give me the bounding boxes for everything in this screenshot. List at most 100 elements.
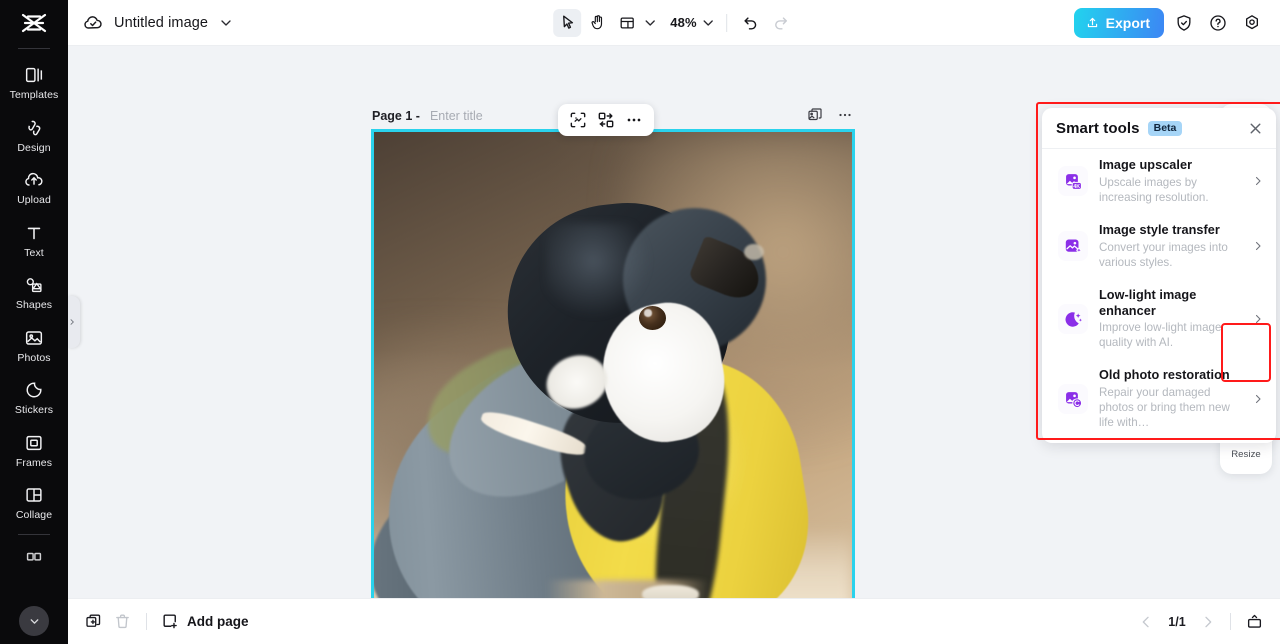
add-page-label: Add page [187, 614, 249, 629]
bottom-toolbar: Add page 1/1 [68, 598, 1280, 644]
sidebar-item-stickers[interactable]: Stickers [0, 370, 68, 423]
hand-tool-button[interactable] [583, 9, 611, 37]
close-x-icon[interactable] [1247, 120, 1264, 137]
sidebar-label-collage: Collage [15, 509, 53, 521]
sidebar-label-shapes: Shapes [15, 299, 53, 311]
document-info: Untitled image [68, 12, 234, 34]
templates-icon [25, 67, 43, 83]
smart-tool-name: Old photo restoration [1099, 368, 1230, 383]
smart-tool-name: Image upscaler [1099, 158, 1193, 172]
sidebar-expand-handle[interactable] [68, 296, 80, 348]
chevron-down-icon[interactable] [642, 15, 658, 31]
chevron-left-icon[interactable] [1138, 614, 1154, 630]
page-title-input[interactable] [425, 107, 518, 125]
topbar-right-group: Export [1073, 7, 1280, 38]
image-float-toolbar [558, 104, 654, 136]
canvas-area[interactable]: Page 1 - Enter title Smart tools Beta 4K… [68, 46, 1280, 598]
bird-eye [639, 306, 667, 330]
shield-check-button[interactable] [1170, 9, 1198, 37]
page-label: Page 1 - [372, 109, 420, 123]
help-button[interactable] [1204, 9, 1232, 37]
smart-tool-item-low-light-enhancer[interactable]: Low-light image enhancer Improve low-lig… [1042, 279, 1276, 360]
canvas-image-frame[interactable] [371, 129, 855, 598]
layout-tool-combo[interactable] [613, 9, 658, 37]
duplicate-image-icon[interactable] [806, 106, 824, 124]
chevron-right-icon [70, 319, 74, 325]
bird-photo [374, 132, 852, 598]
bird-foot [641, 585, 700, 598]
sidebar-divider-bottom [18, 533, 50, 535]
sidebar-label-stickers: Stickers [14, 404, 54, 416]
sidebar-item-frames[interactable]: Frames [0, 423, 68, 476]
bottom-divider [146, 613, 147, 630]
sidebar-label-photos: Photos [17, 351, 51, 364]
export-button-label: Export [1105, 14, 1150, 31]
sidebar-item-upload[interactable]: Upload [0, 160, 68, 213]
sidebar-item-collage[interactable]: Collage [0, 475, 68, 528]
layout-tool-button[interactable] [613, 9, 641, 37]
smart-tool-desc: Convert your images into various styles. [1099, 240, 1228, 269]
sidebar-item-text[interactable]: Text [0, 213, 68, 266]
beta-badge: Beta [1147, 120, 1183, 137]
smart-tool-item-old-photo-restoration[interactable]: Old photo restoration Repair your damage… [1042, 359, 1276, 439]
sidebar-collapse-button[interactable] [19, 606, 49, 636]
layout-panels-icon [620, 16, 634, 29]
chevron-down-icon [30, 618, 38, 624]
toolbar-divider [725, 13, 727, 32]
text-icon [27, 227, 41, 239]
redo-button[interactable] [767, 9, 795, 37]
moon-stars-glyph [1065, 311, 1082, 327]
smart-tool-desc: Upscale images by increasing resolution. [1099, 175, 1209, 204]
app-logo[interactable] [0, 0, 68, 46]
trash-delete-icon[interactable] [113, 612, 132, 631]
bottom-left-actions: Add page [68, 612, 249, 631]
more-options-icon[interactable] [624, 110, 644, 130]
replace-image-icon[interactable] [596, 110, 616, 130]
rail-label-resize: Resize [1231, 448, 1261, 460]
image-4k-glyph: 4K [1065, 174, 1082, 190]
add-page-button[interactable]: Add page [161, 612, 249, 631]
sidebar-item-shapes[interactable]: Shapes [0, 265, 68, 318]
smart-tool-text: Old photo restoration Repair your damage… [1099, 368, 1241, 430]
sidebar-item-templates[interactable]: Templates [0, 55, 68, 108]
chevron-down-icon[interactable] [700, 15, 716, 31]
upload-cloud-icon [25, 172, 43, 186]
moon-stars-icon [1058, 304, 1088, 335]
smart-tools-panel: Smart tools Beta 4K Image upscaler Upsca… [1042, 108, 1276, 444]
chevron-right-icon[interactable] [1200, 614, 1216, 630]
present-panel-icon[interactable] [1245, 612, 1264, 631]
capcut-logo-icon [21, 13, 47, 33]
chevron-down-icon[interactable] [218, 15, 234, 31]
more-options-icon[interactable] [836, 106, 854, 124]
smart-tools-title: Smart tools [1056, 120, 1140, 137]
zoom-combo[interactable]: 48% [668, 15, 716, 31]
settings-button[interactable] [1238, 9, 1266, 37]
undo-button[interactable] [737, 9, 765, 37]
bird-subject [374, 132, 852, 598]
sidebar-item-photos[interactable]: Photos [0, 318, 68, 371]
settings-gear-icon [1246, 14, 1258, 29]
shapes-icon [26, 278, 42, 293]
smart-tools-header: Smart tools Beta [1042, 108, 1276, 149]
sidebar-item-design[interactable]: Design [0, 108, 68, 161]
smart-tool-text: Image upscaler Upscale images by increas… [1099, 158, 1241, 205]
redo-arrow-icon [775, 17, 788, 30]
sidebar-item-more[interactable] [0, 539, 68, 577]
canvas-tools-group: 48% [553, 8, 795, 37]
crop-select-icon[interactable] [568, 110, 588, 130]
sidebar-label-templates: Templates [9, 89, 59, 101]
svg-text:4K: 4K [1073, 184, 1080, 190]
image-4k-icon: 4K [1058, 166, 1088, 197]
upload-share-icon [1087, 17, 1097, 28]
left-sidebar: Templates Design Upload Text Shapes Phot… [0, 0, 80, 644]
duplicate-page-icon[interactable] [84, 612, 103, 631]
smart-tool-item-image-upscaler[interactable]: 4K Image upscaler Upscale images by incr… [1042, 149, 1276, 214]
bird-beak-tip [744, 244, 764, 261]
cursor-tool-button[interactable] [553, 8, 582, 37]
export-button[interactable]: Export [1073, 7, 1164, 38]
zoom-level-value: 48% [670, 15, 697, 30]
smart-tool-name: Low-light image enhancer [1099, 287, 1197, 318]
more-apps-icon [26, 552, 42, 561]
smart-tool-item-image-style-transfer[interactable]: Image style transfer Convert your images… [1042, 214, 1276, 279]
stickers-icon [26, 382, 42, 398]
